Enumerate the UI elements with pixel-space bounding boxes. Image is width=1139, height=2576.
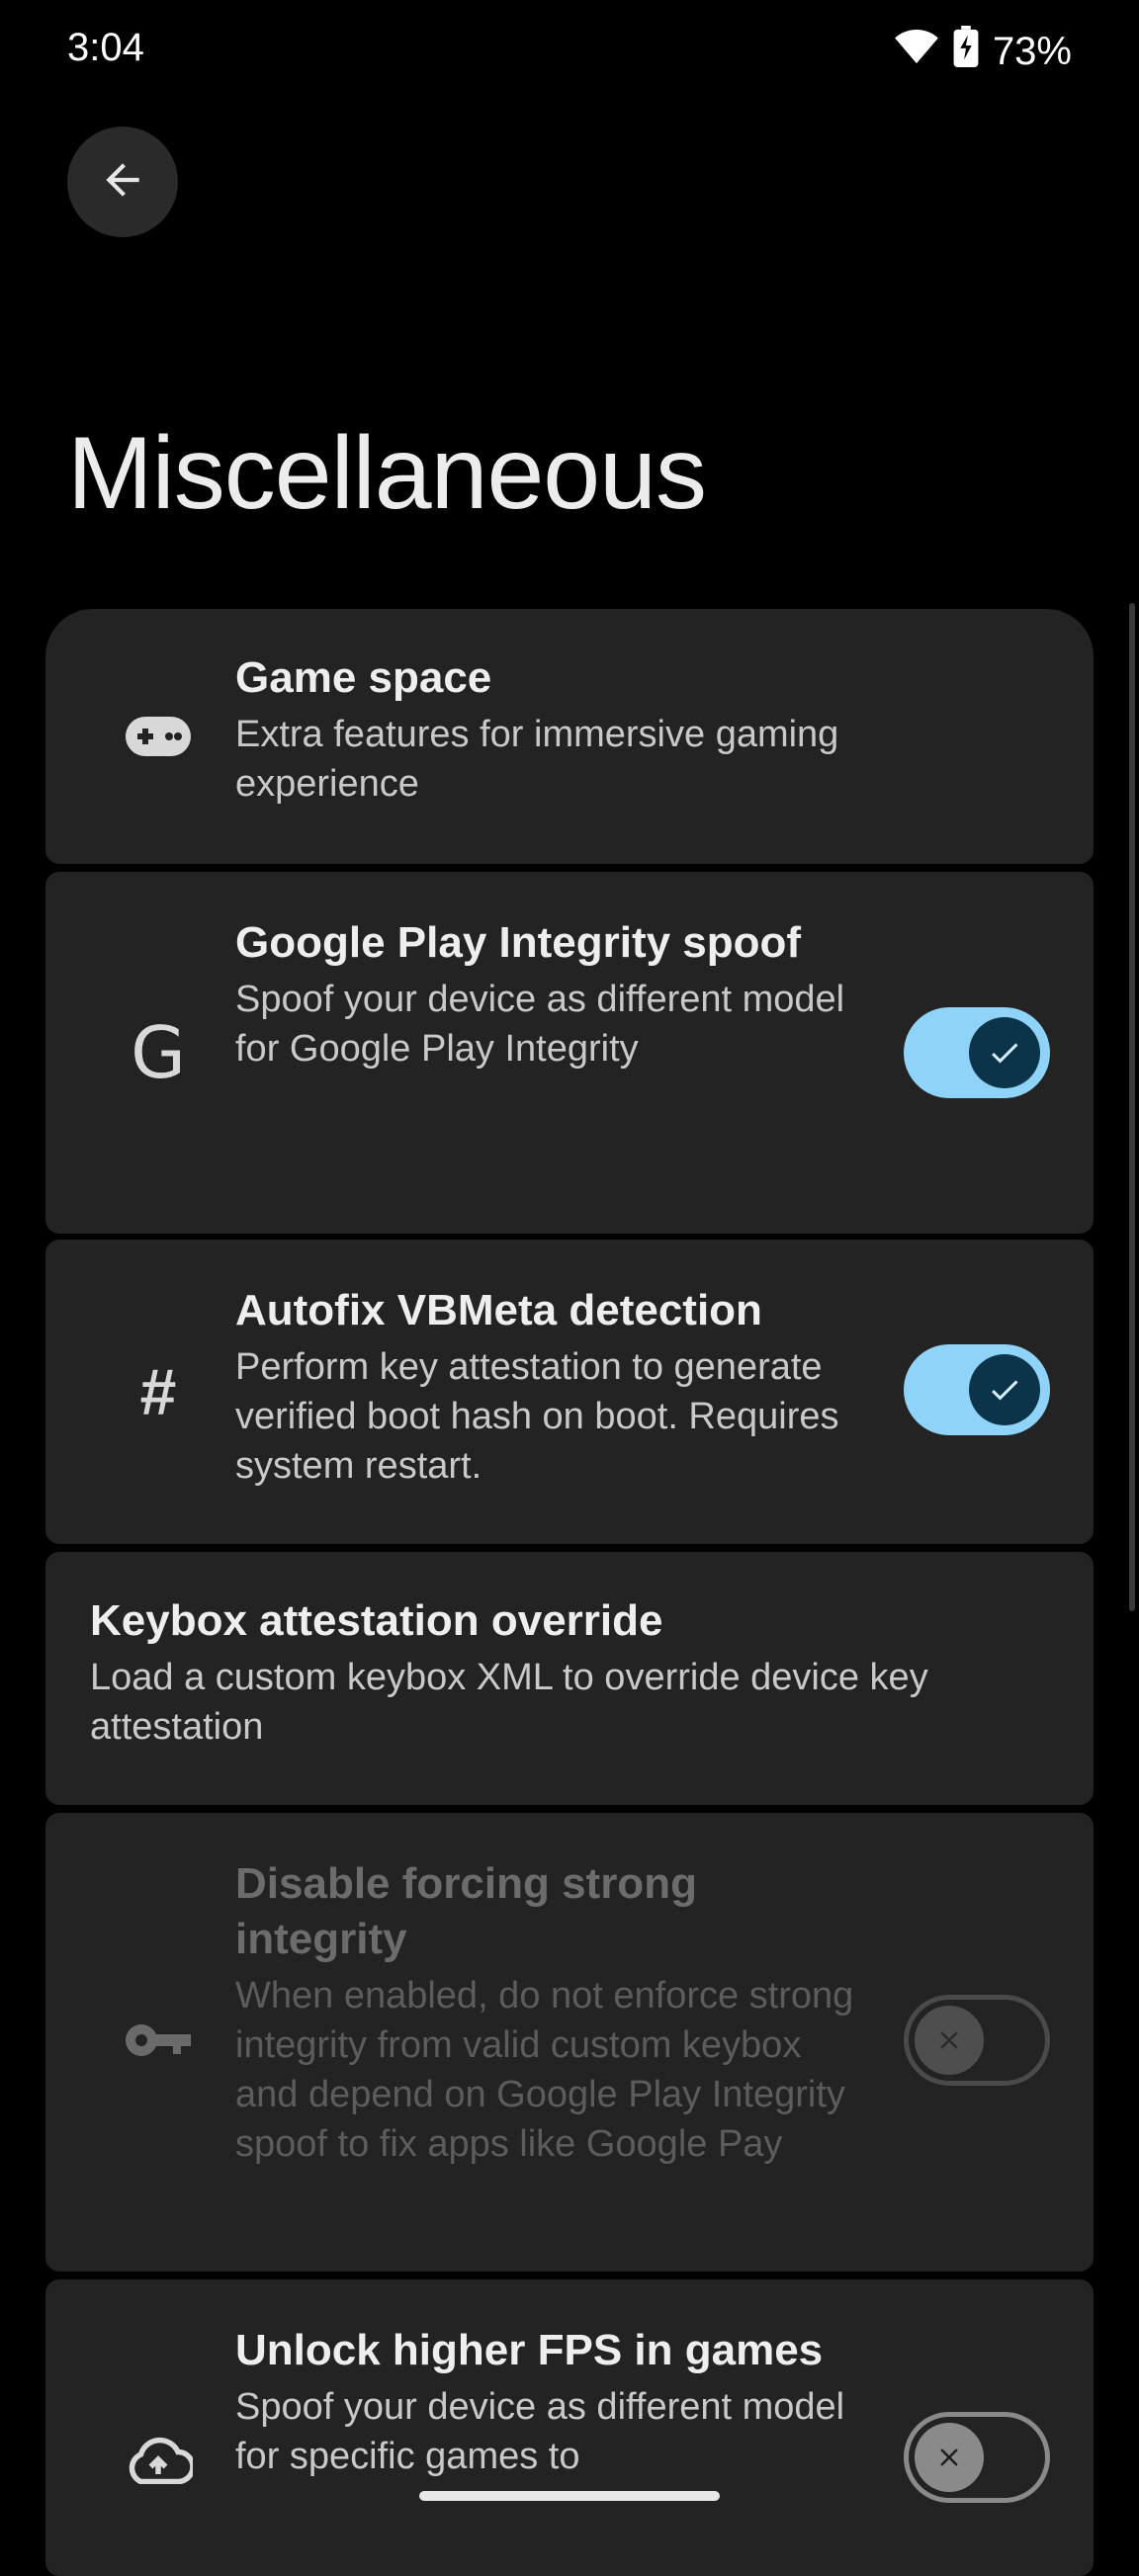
toggle-knob bbox=[969, 1354, 1040, 1425]
status-icons: 73% bbox=[894, 26, 1072, 77]
setting-disable-strong-integrity[interactable]: Disable forcing strong integrity When en… bbox=[45, 1813, 1094, 2272]
key-icon bbox=[109, 1991, 208, 2090]
status-time: 3:04 bbox=[67, 26, 144, 69]
setting-title: Keybox attestation override bbox=[90, 1596, 663, 1645]
setting-subtitle: Spoof your device as different model for… bbox=[235, 2386, 845, 2477]
cloud-upload-icon bbox=[109, 2410, 208, 2509]
setting-title: Unlock higher FPS in games bbox=[235, 2326, 824, 2374]
hash-glyph: # bbox=[139, 1355, 177, 1428]
setting-title: Disable forcing strong integrity bbox=[235, 1859, 697, 1963]
toggle-knob bbox=[915, 2006, 984, 2075]
setting-text: Keybox attestation override Load a custo… bbox=[90, 1593, 1039, 1752]
setting-subtitle: Load a custom keybox XML to override dev… bbox=[90, 1657, 928, 1748]
close-icon bbox=[940, 2448, 958, 2466]
arrow-left-icon bbox=[98, 155, 147, 210]
setting-keybox-override[interactable]: Keybox attestation override Load a custo… bbox=[45, 1552, 1094, 1805]
page-title: Miscellaneous bbox=[67, 416, 707, 531]
google-g-glyph: G bbox=[131, 1011, 186, 1094]
back-button[interactable] bbox=[67, 127, 178, 237]
hash-icon: # bbox=[109, 1342, 208, 1441]
setting-text: Game space Extra features for immersive … bbox=[235, 650, 868, 809]
strong-integrity-toggle[interactable] bbox=[904, 1995, 1050, 2086]
close-icon bbox=[940, 2031, 958, 2049]
setting-title: Autofix VBMeta detection bbox=[235, 1286, 762, 1334]
setting-text: Google Play Integrity spoof Spoof your d… bbox=[235, 915, 868, 1073]
play-integrity-toggle[interactable] bbox=[904, 1007, 1050, 1098]
unlock-fps-toggle[interactable] bbox=[904, 2412, 1050, 2503]
setting-autofix-vbmeta[interactable]: # Autofix VBMeta detection Perform key a… bbox=[45, 1240, 1094, 1544]
setting-game-space[interactable]: Game space Extra features for immersive … bbox=[45, 609, 1094, 864]
toggle-knob bbox=[969, 1017, 1040, 1088]
setting-subtitle: Spoof your device as different model for… bbox=[235, 979, 845, 1070]
wifi-icon bbox=[894, 28, 939, 75]
toggle-knob bbox=[915, 2423, 984, 2492]
google-g-icon: G bbox=[109, 1003, 208, 1102]
setting-text: Unlock higher FPS in games Spoof your de… bbox=[235, 2323, 868, 2481]
setting-text: Disable forcing strong integrity When en… bbox=[235, 1856, 868, 2169]
setting-title: Google Play Integrity spoof bbox=[235, 918, 802, 967]
battery-charging-icon bbox=[953, 26, 979, 77]
setting-title: Game space bbox=[235, 653, 492, 702]
battery-percent: 73% bbox=[992, 29, 1072, 73]
home-indicator[interactable] bbox=[419, 2491, 720, 2501]
check-icon bbox=[992, 1043, 1018, 1064]
setting-subtitle: Extra features for immersive gaming expe… bbox=[235, 714, 839, 805]
setting-unlock-fps[interactable]: Unlock higher FPS in games Spoof your de… bbox=[45, 2279, 1094, 2576]
setting-text: Autofix VBMeta detection Perform key att… bbox=[235, 1283, 868, 1491]
check-icon bbox=[992, 1380, 1018, 1401]
status-bar: 3:04 73% bbox=[0, 0, 1139, 109]
setting-subtitle: Perform key attestation to generate veri… bbox=[235, 1346, 839, 1487]
vbmeta-toggle[interactable] bbox=[904, 1344, 1050, 1435]
scrollbar[interactable] bbox=[1129, 603, 1135, 1611]
setting-play-integrity-spoof[interactable]: G Google Play Integrity spoof Spoof your… bbox=[45, 872, 1094, 1234]
setting-subtitle: When enabled, do not enforce strong inte… bbox=[235, 1975, 854, 2165]
gamepad-icon bbox=[109, 687, 208, 786]
